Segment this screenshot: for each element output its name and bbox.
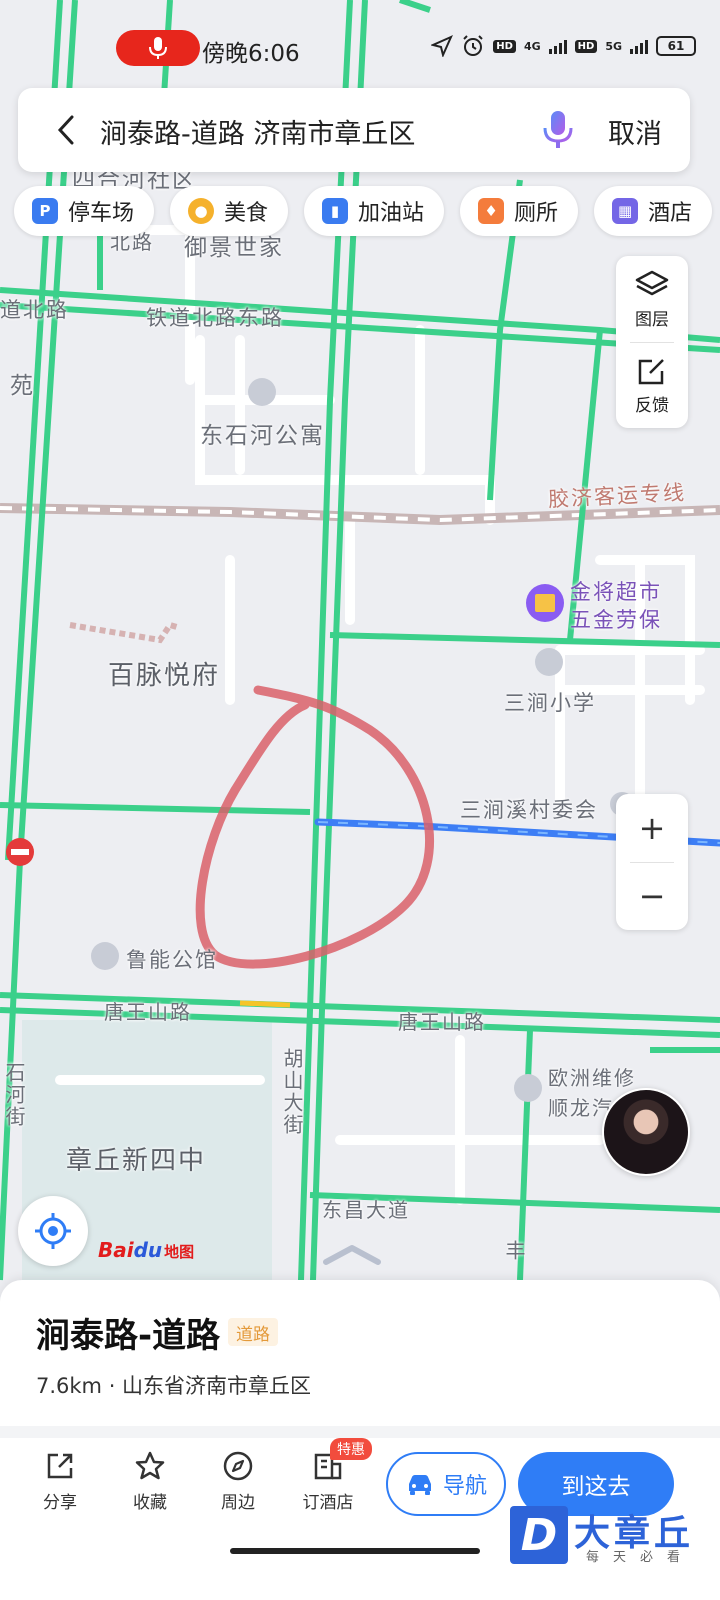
map-label-poi: 三涧小学 — [504, 691, 596, 715]
chip-label: 美食 — [224, 201, 269, 226]
cancel-button[interactable]: 取消 — [608, 112, 662, 151]
watermark-subtitle: 每天必看 — [586, 1550, 695, 1565]
watermark-logo: D — [510, 1506, 568, 1564]
map-label-poi[interactable]: 五金劳保 — [570, 604, 662, 634]
star-icon — [135, 1451, 165, 1480]
watermark: D 大章丘 每天必看 — [510, 1504, 720, 1600]
map-label-poi: 三涧溪村委会 — [460, 798, 598, 822]
navigate-label: 导航 — [442, 1474, 487, 1499]
layers-icon — [635, 270, 669, 295]
favorite-label: 收藏 — [133, 1493, 167, 1513]
microphone-icon — [149, 37, 167, 59]
share-icon — [47, 1453, 73, 1479]
logo-text: Bai — [98, 1238, 134, 1262]
zoom-in-button[interactable]: + — [616, 794, 688, 862]
status-bar: 傍晚6:06 HD 4G HD 5G 61 — [0, 28, 720, 68]
hotel-label: 订酒店 — [302, 1493, 354, 1513]
locate-icon — [35, 1213, 71, 1249]
map-label-estate: 百脉悦府 — [108, 661, 221, 691]
map-label-school: 章丘新四中 — [66, 1146, 207, 1176]
map-label-poi: 东石河公寓 — [200, 423, 325, 449]
promo-badge: 特惠 — [330, 1438, 372, 1460]
logo-text: du — [133, 1238, 163, 1262]
zoom-out-button[interactable]: − — [616, 862, 688, 930]
map-label-road: 唐王山路 — [398, 1010, 486, 1034]
alarm-icon — [463, 35, 483, 56]
signal-icon — [630, 38, 648, 54]
network-type: 4G — [523, 39, 541, 53]
zoom-controls: + − — [616, 794, 688, 930]
map-label-poi[interactable]: 金将超市 — [570, 576, 662, 606]
chip-label: 厕所 — [514, 201, 559, 226]
chevron-left-icon — [57, 115, 74, 145]
map-label-poi: 欧洲维修 — [548, 1066, 636, 1090]
chip-food[interactable]: ● 美食 — [170, 186, 289, 236]
chevron-up-icon — [323, 1245, 381, 1265]
battery-icon: 61 — [656, 36, 696, 56]
map-label-road: 道北路 — [0, 298, 69, 322]
food-icon: ● — [188, 198, 215, 224]
voice-search-button[interactable] — [538, 108, 578, 152]
nearby-label: 周边 — [221, 1493, 255, 1513]
map-label-road: 铁道北路东路 — [146, 306, 284, 330]
place-name: 涧泰路-道路 — [36, 1316, 221, 1356]
parking-icon: P — [32, 198, 58, 224]
search-bar[interactable]: 涧泰路-道路 济南市章丘区 取消 — [18, 88, 690, 172]
map-label-road: 东昌大道 — [322, 1198, 410, 1222]
navigate-button[interactable]: 导航 — [386, 1452, 506, 1516]
map-label-area: 苑 — [10, 373, 35, 399]
category-chips: P 停车场 ● 美食 ▮ 加油站 ♦ 厕所 ▦ 酒店 — [14, 186, 713, 236]
chip-label: 停车场 — [68, 201, 135, 226]
signal-icon — [548, 38, 567, 54]
chip-label: 加油站 — [358, 201, 425, 226]
layers-label: 图层 — [635, 309, 669, 330]
back-button[interactable] — [48, 112, 84, 148]
edit-icon — [638, 358, 664, 384]
layers-button[interactable]: 图层 — [616, 256, 688, 342]
status-icons: HD 4G HD 5G 61 — [431, 34, 696, 58]
status-time: 傍晚6:06 — [202, 41, 300, 67]
toilet-icon: ♦ — [478, 198, 505, 224]
search-input[interactable]: 涧泰路-道路 济南市章丘区 — [100, 112, 415, 151]
share-button[interactable]: 分享 — [20, 1450, 100, 1513]
location-arrow-icon — [431, 35, 454, 57]
place-type-badge: 道路 — [228, 1318, 278, 1346]
network-type: 5G — [605, 39, 622, 53]
baidu-map-logo: Baidu 地图 — [98, 1238, 194, 1262]
microphone-icon — [543, 111, 573, 148]
locate-button[interactable] — [18, 1196, 88, 1266]
feedback-label: 反馈 — [635, 395, 669, 416]
chip-gas-station[interactable]: ▮ 加油站 — [304, 186, 445, 236]
car-icon — [408, 1475, 431, 1495]
map-label-road: 丰 — [502, 1240, 526, 1262]
chip-toilet[interactable]: ♦ 厕所 — [460, 186, 579, 236]
map-label-road: 唐王山路 — [104, 1000, 192, 1024]
expand-sheet-handle[interactable] — [320, 1240, 384, 1268]
nearby-button[interactable]: 周边 — [198, 1450, 278, 1513]
recording-indicator[interactable] — [116, 30, 200, 66]
feedback-button[interactable]: 反馈 — [616, 342, 688, 428]
map-label-road: 胡山大街 — [280, 1048, 304, 1136]
compass-icon — [223, 1451, 253, 1481]
chip-label: 酒店 — [648, 201, 693, 226]
hd-badge: HD — [574, 39, 598, 53]
chip-parking[interactable]: P 停车场 — [14, 186, 155, 236]
map-label-road: 石河街 — [2, 1062, 26, 1128]
favorite-button[interactable]: 收藏 — [110, 1450, 190, 1513]
place-distance-address: 7.6km · 山东省济南市章丘区 — [36, 1374, 312, 1398]
map-label-poi: 鲁能公馆 — [126, 948, 218, 972]
assistant-avatar[interactable] — [602, 1088, 690, 1176]
hotel-icon: ▦ — [612, 198, 639, 224]
home-indicator[interactable] — [230, 1548, 480, 1554]
logo-text: 地图 — [164, 1243, 195, 1261]
share-label: 分享 — [43, 1493, 77, 1513]
chip-hotel[interactable]: ▦ 酒店 — [594, 186, 713, 236]
map-tools-panel: 图层 反馈 — [616, 256, 688, 428]
gas-station-icon: ▮ — [322, 198, 349, 224]
hd-badge: HD — [493, 39, 516, 53]
